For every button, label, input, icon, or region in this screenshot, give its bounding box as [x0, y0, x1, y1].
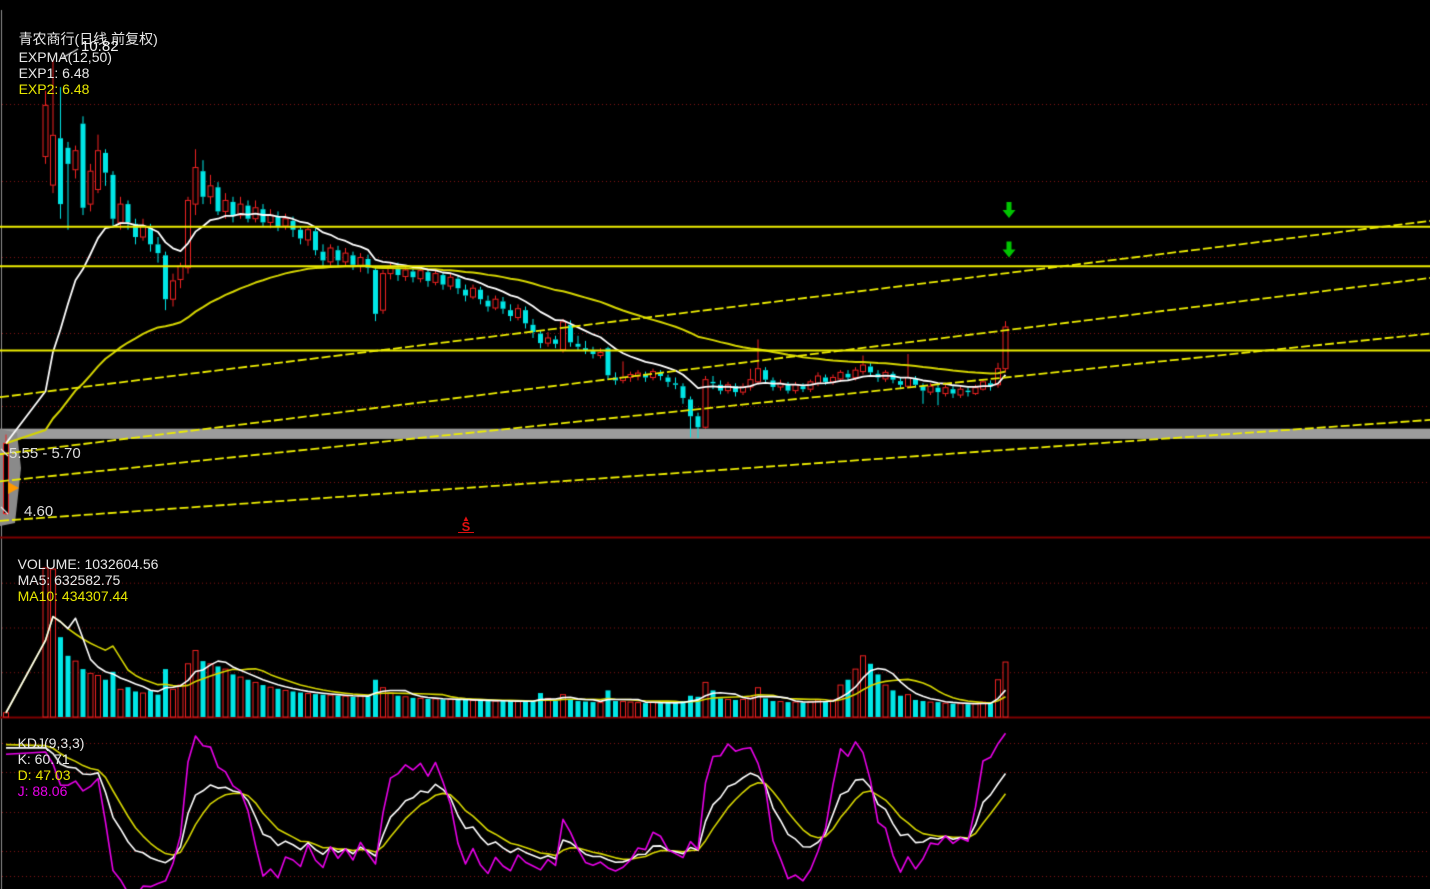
kdj-indicator-name: KDJ(9,3,3) [18, 735, 85, 751]
low-price-annotation: 4.60 [24, 503, 53, 520]
sell-marker-letter: S [458, 523, 474, 533]
sell-signal-marker: ▲ S [458, 515, 474, 533]
volume-ma5-value: MA5: 632582.75 [18, 572, 121, 588]
volume-pane-title-row: VOLUME: 1032604.56 MA5: 632582.75 MA10: … [2, 540, 167, 620]
issue-range-annotation: 5.55 - 5.70 [9, 445, 81, 462]
volume-value: VOLUME: 1032604.56 [18, 556, 159, 572]
kdj-k-value: K: 60.71 [18, 751, 70, 767]
chart-canvas[interactable] [0, 0, 1430, 889]
peak-price-annotation: 10.82 [81, 38, 119, 55]
kdj-pane-title-row: KDJ(9,3,3) K: 60.71 D: 47.03 J: 88.06 [2, 719, 93, 815]
kdj-j-value: J: 88.06 [18, 783, 68, 799]
volume-ma10-value: MA10: 434307.44 [18, 588, 129, 604]
kdj-d-value: D: 47.03 [18, 767, 71, 783]
trading-app-window: 青农商行(日线.前复权) EXPMA(12,50) EXP1: 6.48 EXP… [0, 0, 1430, 889]
exp2-value: EXP2: 6.48 [19, 81, 90, 97]
exp1-value: EXP1: 6.48 [19, 65, 90, 81]
main-chart-title-row: 青农商行(日线.前复权) EXPMA(12,50) EXP1: 6.48 EXP… [3, 13, 167, 113]
